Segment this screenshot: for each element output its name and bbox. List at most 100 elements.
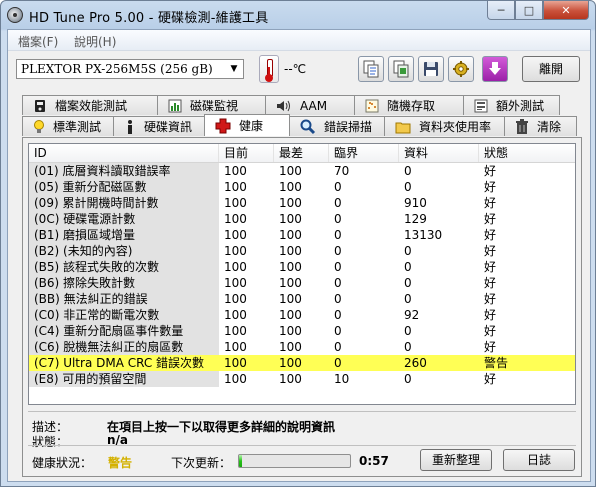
tab-benchmark[interactable]: 標準測試 [22, 116, 114, 136]
cell-threshold: 0 [334, 196, 342, 210]
log-button[interactable]: 日誌 [503, 449, 575, 471]
cell-data: 0 [404, 292, 412, 306]
cell-status: 好 [484, 372, 497, 386]
refresh-button[interactable]: 重新整理 [420, 449, 492, 471]
minimize-button[interactable]: ─ [487, 1, 515, 20]
title-bar[interactable]: HD Tune Pro 5.00 - 硬碟檢測-維護工具 ─ □ ✕ [1, 1, 595, 29]
table-row[interactable]: (B5) 該程式失敗的次數 100 100 0 0 好 [29, 259, 575, 275]
tab-disk-monitor[interactable]: 磁碟監視 [157, 95, 266, 115]
cell-status: 好 [484, 180, 497, 194]
cell-current: 100 [224, 228, 247, 242]
download-button[interactable] [482, 56, 508, 82]
tab-health[interactable]: 健康 [204, 114, 290, 136]
column-header-status[interactable]: 狀態 [479, 144, 575, 162]
cell-threshold: 0 [334, 292, 342, 306]
table-row[interactable]: (01) 底層資料讀取錯誤率 100 100 70 0 好 [29, 163, 575, 179]
cell-status: 警告 [479, 355, 575, 371]
menu-help[interactable]: 說明(H) [74, 33, 116, 50]
thermometer-icon [259, 55, 279, 83]
file-benchmark-icon [35, 99, 45, 112]
table-row[interactable]: (B2) (未知的內容) 100 100 0 0 好 [29, 243, 575, 259]
hd-tune-app-icon[interactable] [7, 7, 23, 23]
cell-id: (0C) 硬碟電源計數 [29, 211, 219, 227]
exit-button[interactable]: 離開 [522, 56, 580, 82]
tab-erase[interactable]: 清除 [504, 116, 577, 136]
next-update-label: 下次更新： [171, 456, 232, 470]
cell-worst: 100 [279, 324, 302, 338]
table-row[interactable]: (0C) 硬碟電源計數 100 100 0 129 好 [29, 211, 575, 227]
health-status-label: 健康狀況： [32, 456, 93, 470]
cell-status: 好 [484, 276, 497, 290]
table-row[interactable]: (BB) 無法糾正的錯誤 100 100 0 0 好 [29, 291, 575, 307]
cell-data: 0 [404, 372, 412, 386]
column-header-id[interactable]: ID [29, 144, 219, 162]
cell-id: (BB) 無法糾正的錯誤 [29, 291, 219, 307]
maximize-button[interactable]: □ [515, 1, 543, 20]
column-header-worst[interactable]: 最差 [274, 144, 329, 162]
cell-worst: 100 [279, 308, 302, 322]
tab-file-benchmark[interactable]: 檔案效能測試 [22, 95, 158, 115]
cell-status: 好 [484, 260, 497, 274]
copy-screenshot-icon [393, 60, 409, 78]
column-header-threshold[interactable]: 臨界 [329, 144, 399, 162]
menu-bar: 檔案(F) 說明(H) [8, 30, 590, 51]
drive-select[interactable]: PLEXTOR PX-256M5S (256 gB) ▼ [16, 59, 244, 79]
health-status-value: 警告 [108, 456, 133, 470]
cell-data: 260 [399, 355, 479, 371]
menu-file[interactable]: 檔案(F) [18, 33, 58, 50]
disk-monitor-icon [168, 99, 182, 112]
table-row[interactable]: (B6) 擦除失敗計數 100 100 0 0 好 [29, 275, 575, 291]
copy-text-button[interactable] [358, 56, 384, 82]
table-row[interactable]: (C6) 脫機無法糾正的扇區數 100 100 0 0 好 [29, 339, 575, 355]
state-label: 狀態： [32, 435, 69, 449]
cell-status: 好 [484, 212, 497, 226]
smart-table[interactable]: ID 目前 最差 臨界 資料 狀態 (01) 底層資料讀取錯誤率 100 100 70… [28, 143, 576, 405]
cell-threshold: 0 [334, 228, 342, 242]
chevron-down-icon[interactable]: ▼ [226, 61, 242, 77]
table-row[interactable]: (E8) 可用的預留空間 100 100 10 0 好 [29, 371, 575, 387]
cell-worst: 100 [279, 276, 302, 290]
table-row[interactable]: (B1) 磨損區域增量 100 100 0 13130 好 [29, 227, 575, 243]
save-button[interactable] [418, 56, 444, 82]
table-row[interactable]: (05) 重新分配磁區數 100 100 0 0 好 [29, 179, 575, 195]
cell-threshold: 0 [334, 212, 342, 226]
tab-error-scan[interactable]: 錯誤掃描 [289, 116, 385, 136]
cell-data: 0 [404, 244, 412, 258]
cell-worst: 100 [279, 164, 302, 178]
close-button[interactable]: ✕ [543, 1, 589, 20]
column-header-data[interactable]: 資料 [399, 144, 479, 162]
tab-folder-usage[interactable]: 資料夾使用率 [384, 116, 505, 136]
cell-threshold: 0 [334, 180, 342, 194]
folder-icon [395, 122, 411, 133]
table-row[interactable]: (C0) 非正常的斷電次數 100 100 0 92 好 [29, 307, 575, 323]
cell-id: (B2) (未知的內容) [29, 243, 219, 259]
copy-text-icon [363, 60, 379, 78]
window-controls: ─ □ ✕ [487, 1, 589, 21]
tab-label: 隨機存取 [387, 99, 436, 113]
table-row[interactable]: (09) 累計開機時間計數 100 100 0 910 好 [29, 195, 575, 211]
download-icon [489, 62, 501, 75]
client-area: 檔案(F) 說明(H) PLEXTOR PX-256M5S (256 gB) ▼… [7, 29, 591, 482]
tab-extra-tests[interactable]: 額外測試 [463, 95, 560, 115]
tab-random-access[interactable]: 隨機存取 [354, 95, 464, 115]
cell-current: 100 [224, 340, 247, 354]
cell-id: (01) 底層資料讀取錯誤率 [29, 163, 219, 179]
table-row[interactable]: (C4) 重新分配扇區事件數量 100 100 0 0 好 [29, 323, 575, 339]
options-button[interactable] [448, 56, 474, 82]
cell-threshold: 0 [334, 324, 342, 338]
cell-worst: 100 [279, 244, 302, 258]
cell-id: (C6) 脫機無法糾正的扇區數 [29, 339, 219, 355]
save-icon [424, 62, 438, 76]
table-row[interactable]: (C7) Ultra DMA CRC 錯誤次數 100 100 0 260 警告 [29, 355, 575, 371]
cell-threshold: 0 [334, 340, 342, 354]
table-header: ID 目前 最差 臨界 資料 狀態 [29, 144, 575, 163]
cell-worst: 100 [279, 196, 302, 210]
speaker-icon [277, 100, 290, 111]
tab-info[interactable]: 硬碟資訊 [113, 116, 205, 136]
tab-aam[interactable]: AAM [265, 95, 355, 115]
tab-label: 錯誤掃描 [324, 120, 373, 134]
cell-current: 100 [224, 308, 247, 322]
cell-id: (B5) 該程式失敗的次數 [29, 259, 219, 275]
column-header-current[interactable]: 目前 [219, 144, 274, 162]
copy-screenshot-button[interactable] [388, 56, 414, 82]
